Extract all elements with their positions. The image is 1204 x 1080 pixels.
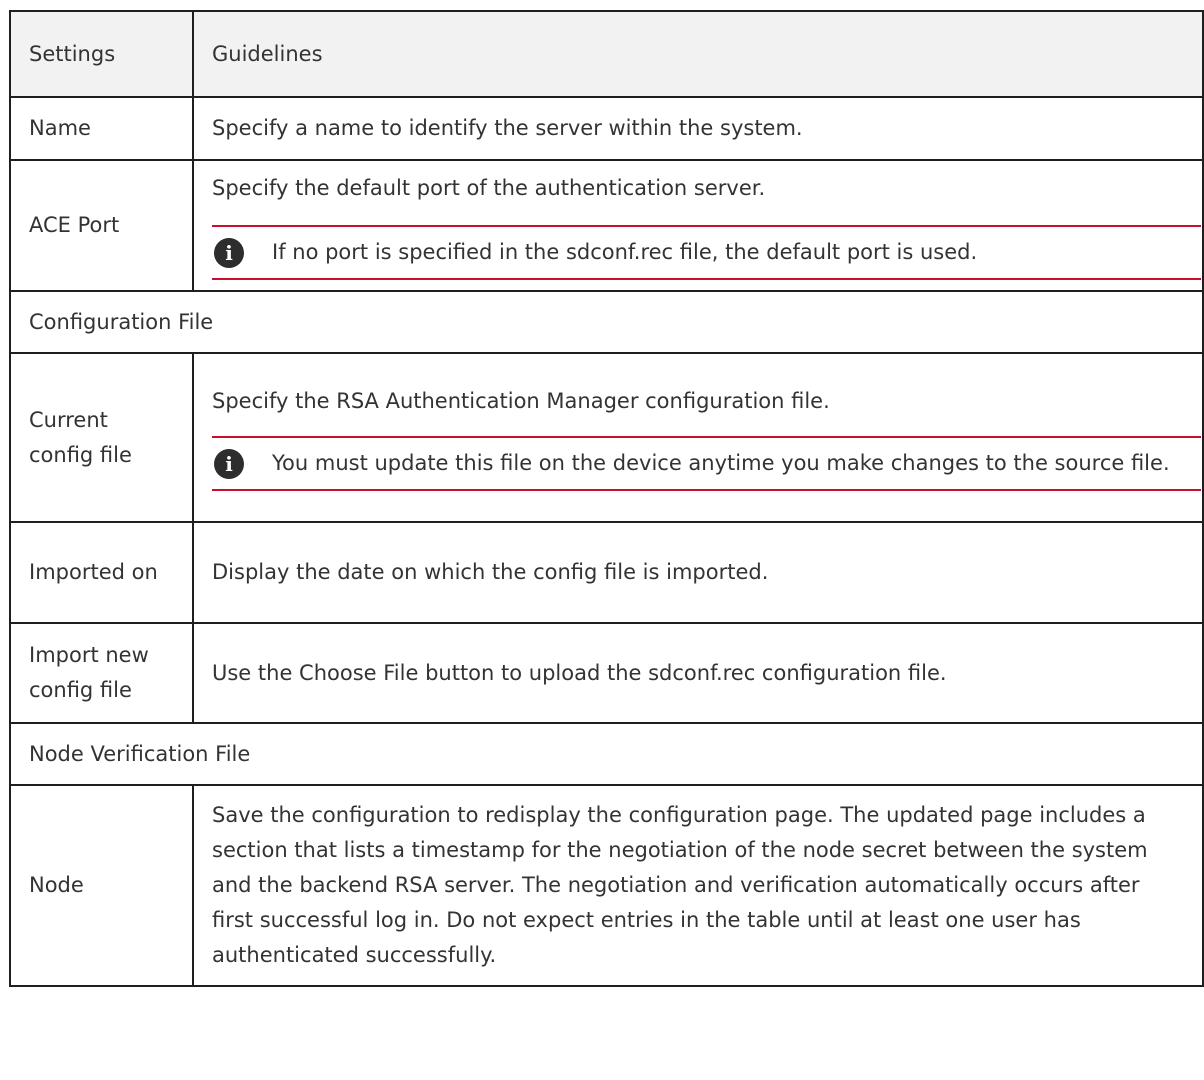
- setting-imported-on: Imported on: [9, 521, 194, 624]
- setting-node: Node: [9, 784, 194, 987]
- note-text: If no port is specified in the sdconf.re…: [272, 240, 978, 264]
- guideline-import-new: Use the Choose File button to upload the…: [192, 622, 1204, 724]
- section-row: Node Verification File: [9, 722, 1204, 786]
- header-settings: Settings: [9, 10, 194, 98]
- guideline-ace-port: Specify the default port of the authenti…: [192, 159, 1204, 292]
- note-box: i If no port is specified in the sdconf.…: [212, 225, 1201, 280]
- guideline-current-config: Specify the RSA Authentication Manager c…: [192, 352, 1204, 523]
- section-configuration-file: Configuration File: [9, 290, 1204, 354]
- guideline-current-config-text: Specify the RSA Authentication Manager c…: [212, 389, 830, 413]
- setting-ace-port: ACE Port: [9, 159, 194, 292]
- info-icon: i: [214, 237, 244, 268]
- table-row: Current config file Specify the RSA Auth…: [9, 352, 1204, 523]
- table-row: Imported on Display the date on which th…: [9, 521, 1204, 624]
- setting-name: Name: [9, 96, 194, 161]
- guideline-name: Specify a name to identify the server wi…: [192, 96, 1204, 161]
- info-icon: i: [214, 448, 244, 479]
- table-row: Import new config file Use the Choose Fi…: [9, 622, 1204, 724]
- note-text: You must update this file on the device …: [272, 451, 1170, 475]
- setting-current-config: Current config file: [9, 352, 194, 523]
- guideline-node: Save the configuration to redisplay the …: [192, 784, 1204, 987]
- table-header-row: Settings Guidelines: [9, 10, 1204, 98]
- guideline-ace-port-text: Specify the default port of the authenti…: [212, 176, 766, 200]
- table-row: ACE Port Specify the default port of the…: [9, 159, 1204, 292]
- setting-import-new: Import new config file: [9, 622, 194, 724]
- section-row: Configuration File: [9, 290, 1204, 354]
- guideline-imported-on: Display the date on which the config fil…: [192, 521, 1204, 624]
- header-guidelines: Guidelines: [192, 10, 1204, 98]
- table-row: Name Specify a name to identify the serv…: [9, 96, 1204, 161]
- table-row: Node Save the configuration to redisplay…: [9, 784, 1204, 987]
- section-node-verification-file: Node Verification File: [9, 722, 1204, 786]
- note-box: i You must update this file on the devic…: [212, 436, 1201, 491]
- settings-guidelines-table: Settings Guidelines Name Specify a name …: [9, 10, 1204, 987]
